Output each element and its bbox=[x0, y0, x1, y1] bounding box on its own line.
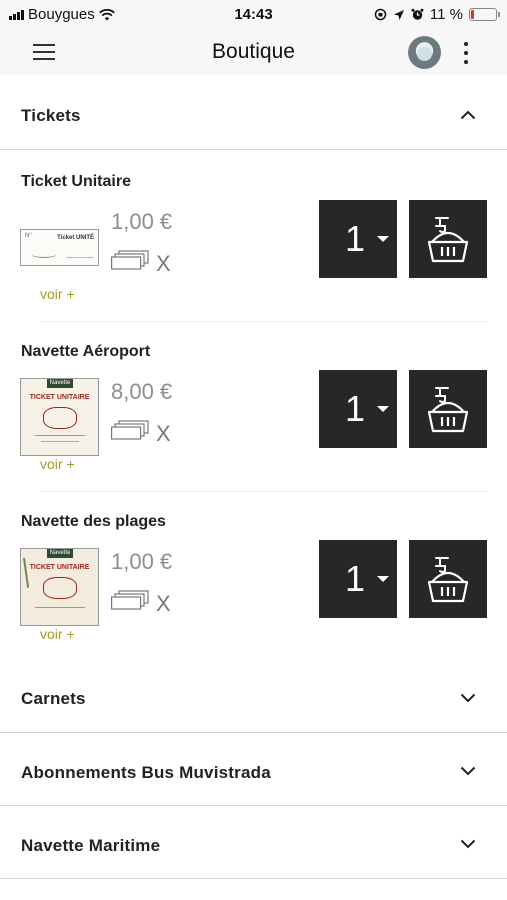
kebab-icon[interactable] bbox=[461, 42, 471, 64]
quantity-value: 1 bbox=[345, 218, 366, 259]
palm-tree-icon bbox=[22, 556, 42, 588]
ticket-thumbnail: Navette TICKET UNITAIRE bbox=[20, 548, 99, 626]
battery-icon bbox=[469, 8, 500, 21]
voir-plus-link[interactable]: voir + bbox=[40, 456, 75, 472]
thumbnail-number: N° bbox=[25, 233, 32, 239]
section-abonnements[interactable]: Abonnements Bus Muvistrada bbox=[0, 733, 507, 806]
product-ticket-unitaire: Ticket Unitaire N° Ticket UNITÉ 1,00 € X… bbox=[0, 152, 507, 322]
avatar[interactable] bbox=[408, 36, 441, 69]
quantity-select[interactable]: 1 bbox=[319, 200, 397, 278]
quantity-multiplier: X bbox=[156, 591, 171, 616]
product-price: 1,00 € bbox=[111, 209, 173, 234]
thumbnail-emblem bbox=[43, 407, 77, 429]
status-bar: Bouygues 14:43 11 % bbox=[0, 0, 507, 30]
chevron-up-icon[interactable] bbox=[460, 107, 476, 123]
quantity-value: 1 bbox=[345, 558, 366, 599]
thumbnail-line bbox=[66, 257, 94, 258]
tickets-stack-icon bbox=[111, 250, 149, 270]
tickets-stack-icon bbox=[111, 420, 149, 440]
caret-down-icon bbox=[377, 236, 389, 242]
product-navette-plages: Navette des plages Navette TICKET UNITAI… bbox=[0, 492, 507, 662]
voir-plus-link[interactable]: voir + bbox=[40, 626, 75, 642]
ticket-thumbnail: N° Ticket UNITÉ bbox=[20, 229, 99, 266]
product-name: Navette Aéroport bbox=[21, 343, 151, 360]
status-right: 11 % bbox=[374, 6, 500, 23]
thumbnail-title: TICKET UNITAIRE bbox=[29, 394, 90, 401]
alarm-icon bbox=[411, 8, 424, 20]
section-label: Abonnements Bus Muvistrada bbox=[21, 763, 271, 782]
thumbnail-header: Navette bbox=[47, 549, 73, 558]
thumbnail-logo bbox=[31, 250, 57, 258]
battery-percent: 11 % bbox=[429, 6, 463, 23]
add-to-cart-button[interactable] bbox=[409, 200, 487, 278]
quantity-select[interactable]: 1 bbox=[319, 540, 397, 618]
quantity-value: 1 bbox=[345, 388, 366, 429]
thumbnail-line bbox=[35, 607, 85, 608]
section-navette-maritime[interactable]: Navette Maritime bbox=[0, 806, 507, 879]
product-name: Navette des plages bbox=[21, 513, 166, 530]
quantity-select[interactable]: 1 bbox=[319, 370, 397, 448]
basket-hand-icon bbox=[428, 557, 468, 603]
thumbnail-line bbox=[35, 435, 85, 436]
section-label: Tickets bbox=[21, 106, 81, 125]
orientation-lock-icon bbox=[374, 8, 387, 21]
caret-down-icon bbox=[377, 406, 389, 412]
quantity-multiplier: X bbox=[156, 421, 171, 446]
section-tickets[interactable]: Tickets bbox=[0, 80, 507, 150]
section-label: Carnets bbox=[21, 689, 86, 708]
battery-level bbox=[471, 10, 474, 19]
chevron-down-icon[interactable] bbox=[460, 690, 476, 706]
product-navette-aeroport: Navette Aéroport Navette TICKET UNITAIRE… bbox=[0, 322, 507, 492]
thumbnail-emblem bbox=[43, 577, 77, 599]
voir-plus-link[interactable]: voir + bbox=[40, 286, 75, 302]
section-label: Navette Maritime bbox=[21, 836, 161, 855]
chevron-down-icon[interactable] bbox=[460, 763, 476, 779]
thumbnail-line bbox=[41, 441, 79, 442]
product-name: Ticket Unitaire bbox=[21, 173, 131, 190]
quantity-multiplier: X bbox=[156, 251, 171, 276]
tickets-stack-icon bbox=[111, 590, 149, 610]
ticket-thumbnail: Navette TICKET UNITAIRE bbox=[20, 378, 99, 456]
location-icon bbox=[393, 9, 404, 20]
basket-hand-icon bbox=[428, 217, 468, 263]
chevron-down-icon[interactable] bbox=[460, 836, 476, 852]
app-header: Boutique bbox=[0, 30, 507, 75]
thumbnail-brand: Ticket UNITÉ bbox=[57, 235, 94, 241]
product-price: 1,00 € bbox=[111, 549, 173, 574]
add-to-cart-button[interactable] bbox=[409, 370, 487, 448]
product-price: 8,00 € bbox=[111, 379, 173, 404]
thumbnail-header: Navette bbox=[47, 379, 73, 388]
caret-down-icon bbox=[377, 576, 389, 582]
section-carnets[interactable]: Carnets bbox=[0, 661, 507, 733]
add-to-cart-button[interactable] bbox=[409, 540, 487, 618]
basket-hand-icon bbox=[428, 387, 468, 433]
